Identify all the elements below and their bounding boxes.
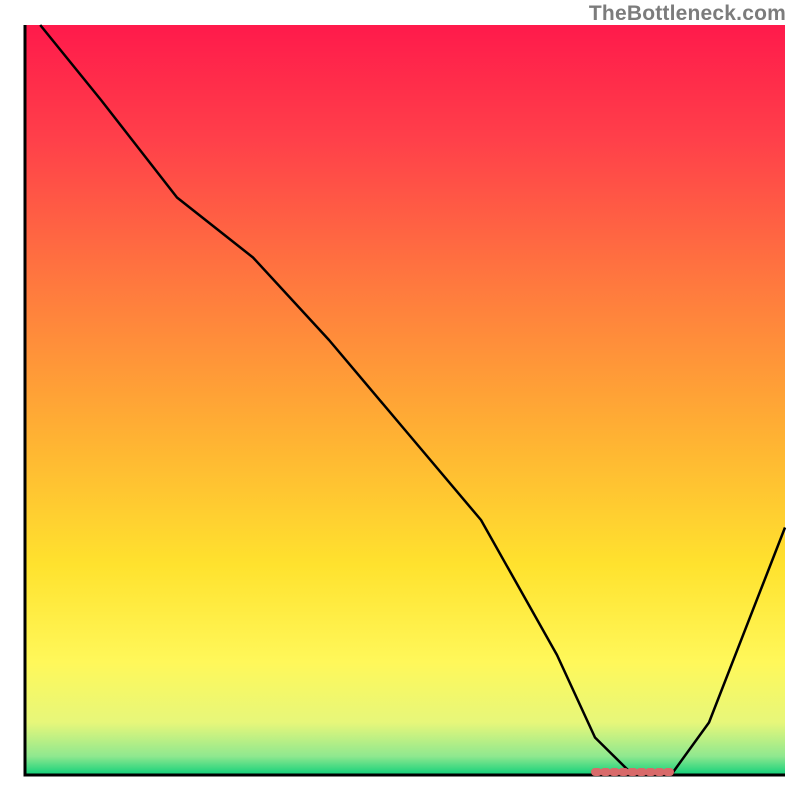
chart-background — [25, 25, 785, 775]
chart-container: TheBottleneck.com — [0, 0, 800, 800]
watermark-text: TheBottleneck.com — [589, 2, 786, 26]
bottleneck-chart — [0, 0, 800, 800]
